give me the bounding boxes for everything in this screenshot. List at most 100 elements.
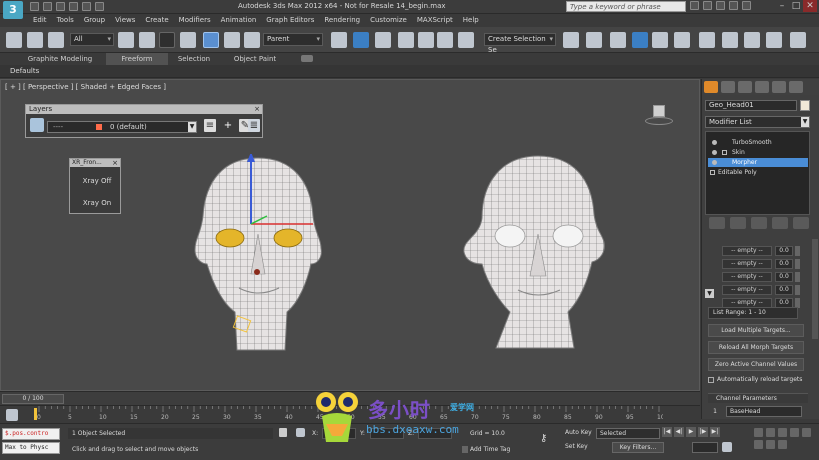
create-tab-icon[interactable] [704,81,718,93]
help-search-input[interactable]: Type a keyword or phrase [566,1,686,12]
subscription-icon[interactable] [703,1,712,10]
app-logo-icon[interactable]: 3 [3,1,23,19]
schematic-view-icon[interactable] [674,32,690,48]
project-folder-icon[interactable] [95,2,104,11]
show-end-result-icon[interactable] [730,217,746,229]
select-object-icon[interactable] [118,32,134,48]
percent-snap-icon[interactable] [437,32,453,48]
zoom-all-icon[interactable] [766,428,775,437]
layers-toolbar-window[interactable]: Layers × ---- 0 (default) ▼ ≡ + ✎ ≣ [25,104,263,138]
communication-center-icon[interactable] [716,1,725,10]
snaps-toggle-icon[interactable] [398,32,414,48]
orbit-icon[interactable] [766,440,775,449]
spinner-icon[interactable] [795,246,800,256]
ribbon-minimize-icon[interactable] [301,55,313,62]
mini-curve-editor-icon[interactable] [6,409,18,421]
visibility-bulb-icon[interactable] [712,140,717,145]
channel-value-field[interactable]: 0.0 [775,272,793,282]
tab-freeform[interactable]: Freeform [106,53,168,65]
reload-all-morph-targets-button[interactable]: Reload All Morph Targets [708,341,804,354]
expand-box-icon[interactable] [710,170,715,175]
align-icon[interactable] [586,32,602,48]
named-selection-set-dropdown[interactable]: Create Selection Se [484,33,556,54]
auto-reload-targets-checkbox[interactable]: Automatically reload targets [708,375,808,385]
menu-tools[interactable]: Tools [52,14,79,27]
help-icon[interactable] [742,1,751,10]
morph-channel-row[interactable]: -- empty -- 0.0 [722,272,802,282]
zoom-icon[interactable] [754,428,763,437]
material-editor-icon[interactable] [699,32,715,48]
maximize-button[interactable]: □ [789,0,803,12]
chevron-down-icon[interactable]: ▼ [188,122,196,132]
channel-parameters-rollout[interactable]: Channel Parameters [708,393,808,403]
undo-icon[interactable] [69,2,78,11]
unlink-selection-icon[interactable] [27,32,43,48]
pan-view-icon[interactable] [754,440,763,449]
morph-channel-row[interactable]: -- empty -- 0.0 [722,259,802,269]
minimize-button[interactable]: – [775,0,789,12]
channel-value-field[interactable]: 0.0 [775,246,793,256]
spinner-snap-icon[interactable] [458,32,474,48]
menu-edit[interactable]: Edit [28,14,52,27]
next-frame-icon[interactable]: |▶ [698,427,708,437]
stack-item-editable-poly[interactable]: Editable Poly [708,168,808,177]
menu-create[interactable]: Create [140,14,173,27]
angle-snap-icon[interactable] [418,32,434,48]
spinner-icon[interactable] [795,259,800,269]
channel-name-button[interactable]: -- empty -- [722,259,772,269]
channel-value-field[interactable]: 0.0 [775,259,793,269]
visibility-bulb-icon[interactable] [712,160,717,165]
configure-modifier-sets-icon[interactable] [793,217,809,229]
set-key-button[interactable]: Set Key [565,442,588,452]
select-and-link-icon[interactable] [6,32,22,48]
chevron-down-icon[interactable]: ▼ [801,117,809,127]
search-icon[interactable] [690,1,699,10]
current-frame-field[interactable] [692,442,718,453]
auto-key-button[interactable]: Auto Key [565,428,592,438]
render-iterative-icon[interactable] [790,32,806,48]
add-to-layer-icon[interactable]: + [222,119,234,132]
object-name-field[interactable]: Geo_Head01 [705,100,797,111]
viewcube-compass[interactable] [645,117,673,125]
spinner-icon[interactable] [795,272,800,282]
go-to-end-icon[interactable]: ▶| [710,427,720,437]
load-multiple-targets-button[interactable]: Load Multiple Targets... [708,324,804,337]
select-and-move-icon[interactable] [203,32,219,48]
redo-icon[interactable] [82,2,91,11]
favorites-icon[interactable] [729,1,738,10]
field-of-view-icon[interactable] [802,428,811,437]
xray-off-button[interactable]: Xray Off [78,175,116,187]
menu-animation[interactable]: Animation [216,14,262,27]
previous-frame-icon[interactable]: ◀| [674,427,684,437]
remove-modifier-icon[interactable] [772,217,788,229]
pivot-center-icon[interactable] [331,32,347,48]
morph-channel-row[interactable]: -- empty -- 0.0 [722,285,802,295]
tab-selection[interactable]: Selection [171,53,217,65]
channel-name-button[interactable]: -- empty -- [722,272,772,282]
menu-rendering[interactable]: Rendering [319,14,365,27]
rectangular-selection-icon[interactable] [159,32,175,48]
viewcube-face[interactable] [653,105,665,117]
left-eye-selected[interactable] [215,228,245,248]
new-file-icon[interactable] [30,2,39,11]
zero-active-channel-values-button[interactable]: Zero Active Channel Values [708,358,804,371]
select-by-name-icon[interactable] [139,32,155,48]
selection-filter-dropdown[interactable]: All [70,33,114,46]
menu-graph-editors[interactable]: Graph Editors [261,14,319,27]
open-file-icon[interactable] [43,2,52,11]
select-and-scale-icon[interactable] [244,32,260,48]
viewport-label[interactable]: [ + ] [ Perspective ] [ Shaded + Edged F… [5,83,166,91]
channel-name-button[interactable]: -- empty -- [722,246,772,256]
xray-on-button[interactable]: Xray On [78,197,116,209]
key-icon[interactable]: ⚷ [540,434,556,444]
window-crossing-icon[interactable] [180,32,196,48]
select-objects-in-layer-icon[interactable]: ≡ [204,119,216,132]
rendered-frame-window-icon[interactable] [744,32,760,48]
stack-item-turbosmooth[interactable]: TurboSmooth [708,138,808,147]
head-mesh-selected[interactable] [191,152,326,352]
object-color-swatch[interactable] [800,100,810,111]
select-and-rotate-icon[interactable] [224,32,240,48]
time-slider-thumb[interactable]: 0 / 100 [2,394,64,404]
viewcube-icon[interactable] [645,105,673,127]
morph-channel-row[interactable]: -- empty -- 0.0 [722,246,802,256]
